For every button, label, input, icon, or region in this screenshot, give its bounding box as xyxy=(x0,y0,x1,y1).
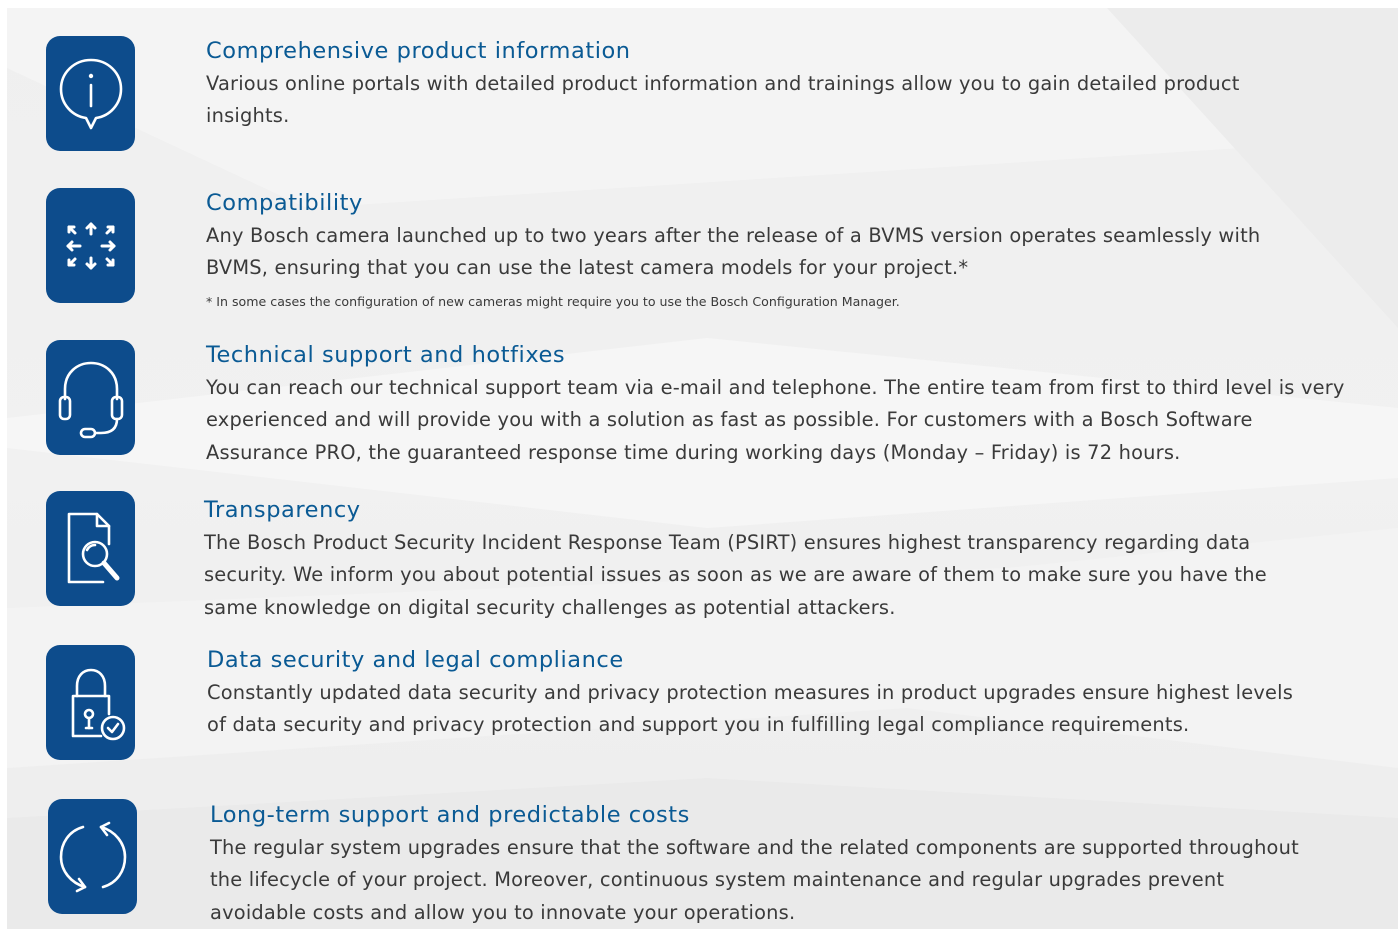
padlock-check-icon xyxy=(46,645,135,760)
feature-description: You can reach our technical support team… xyxy=(206,376,1345,464)
feature-title: Comprehensive product information xyxy=(206,38,631,64)
feature-title: Technical support and hotfixes xyxy=(206,342,566,368)
refresh-cycle-icon xyxy=(48,799,137,914)
compatibility-arrows-icon xyxy=(46,188,135,303)
page: Comprehensive product information Variou… xyxy=(0,0,1398,929)
feature-description: Any Bosch camera launched up to two year… xyxy=(206,224,1261,280)
info-speech-bubble-icon xyxy=(46,36,135,151)
feature-title: Long-term support and predictable costs xyxy=(210,802,690,828)
headset-icon xyxy=(46,340,135,455)
feature-description: The regular system upgrades ensure that … xyxy=(210,836,1299,924)
feature-footnote: * In some cases the configuration of new… xyxy=(206,294,900,309)
feature-description: The Bosch Product Security Incident Resp… xyxy=(204,531,1267,619)
document-search-icon xyxy=(46,491,135,606)
feature-title: Transparency xyxy=(204,497,361,523)
feature-title: Compatibility xyxy=(206,190,363,216)
feature-title: Data security and legal compliance xyxy=(207,647,624,673)
feature-description: Constantly updated data security and pri… xyxy=(207,681,1294,737)
feature-description: Various online portals with detailed pro… xyxy=(206,72,1240,128)
